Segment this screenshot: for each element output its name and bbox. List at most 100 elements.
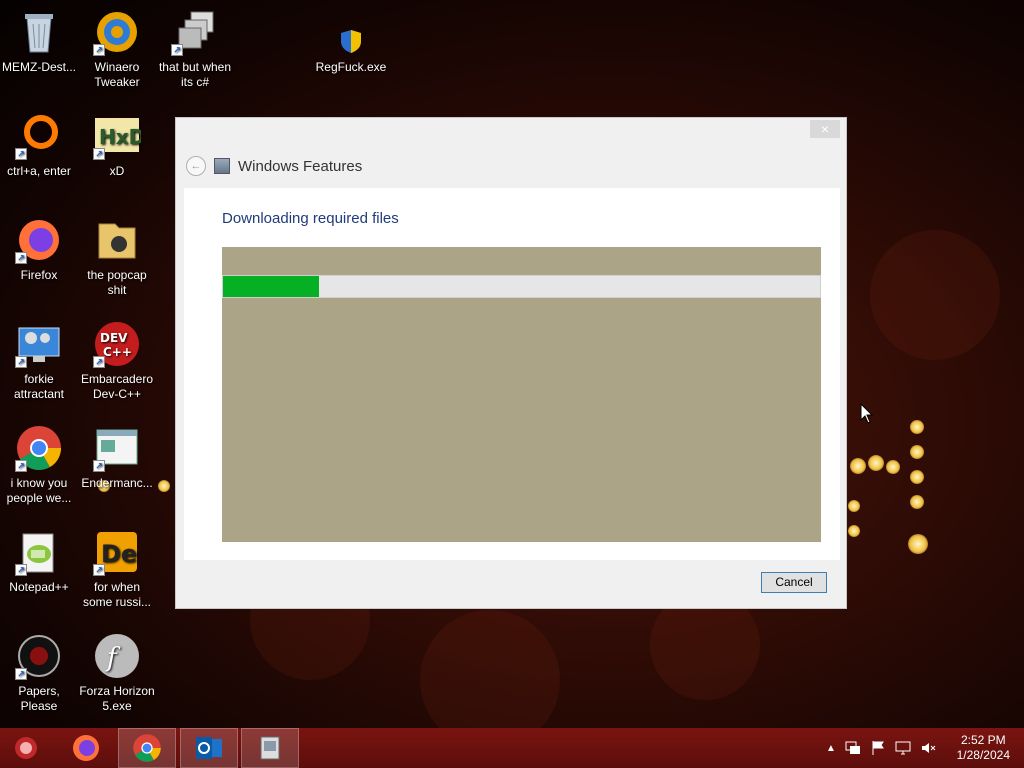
windows-stack-icon: ↗ [171, 8, 219, 56]
desktop-icon-label: for when some russi... [82, 580, 151, 609]
desktop-icon-russian[interactable]: De ↗ for when some russi... [78, 528, 156, 610]
recycle-bin-icon [15, 8, 63, 56]
wallpaper-light [848, 500, 860, 512]
desktop-icon-label: forkie attractant [13, 372, 65, 401]
flag-icon[interactable] [870, 740, 886, 756]
shortcut-arrow-icon: ↗ [15, 148, 27, 160]
start-orb-icon [15, 737, 37, 759]
taskbar-firefox[interactable] [57, 728, 115, 768]
dialog-title-bar: ← Windows Features [186, 156, 362, 176]
desktop-icon-papers-please[interactable]: ↗ Papers, Please [0, 632, 78, 714]
windows-features-icon [214, 158, 230, 174]
wallpaper-light [886, 460, 900, 474]
desktop-icon-popcap[interactable]: the popcap shit [78, 216, 156, 298]
desktop-icon-label: Winaero Tweaker [94, 60, 140, 89]
clock-date: 1/28/2024 [956, 748, 1010, 762]
flash-icon: f [93, 632, 141, 680]
hxd-icon: HxD ↗ [93, 112, 145, 160]
volume-muted-icon[interactable] [920, 740, 936, 756]
shortcut-arrow-icon: ↗ [15, 252, 27, 264]
shortcut-arrow-icon: ↗ [15, 356, 27, 368]
desktop-icon-ctrl-a-enter[interactable]: ↗ ctrl+a, enter [0, 112, 78, 179]
clock-time: 2:52 PM [960, 733, 1006, 747]
network-icon[interactable] [845, 740, 861, 756]
taskbar-windows-features[interactable] [241, 728, 299, 768]
back-button[interactable]: ← [186, 156, 206, 176]
svg-text:DEV: DEV [100, 331, 128, 345]
svg-text:De: De [101, 540, 137, 568]
wallpaper-light [910, 420, 924, 434]
taskbar-outlook[interactable] [180, 728, 238, 768]
firefox-icon: ↗ [15, 216, 63, 264]
tray-chevron-icon[interactable]: ▲ [826, 743, 836, 754]
desktop-icon-label: RegFuck.exe [315, 60, 387, 74]
desktop-icon-label: i know you people we... [6, 476, 72, 505]
shortcut-arrow-icon: ↗ [93, 148, 105, 160]
desktop-icon-forza[interactable]: f Forza Horizon 5.exe [78, 632, 156, 714]
desktop-icon-chrome[interactable]: ↗ i know you people we... [0, 424, 78, 506]
desktop-icon-forkie[interactable]: ↗ forkie attractant [0, 320, 78, 402]
start-button[interactable] [0, 728, 52, 768]
shortcut-arrow-icon: ↗ [15, 564, 27, 576]
system-tray: ▲ [826, 728, 936, 768]
desktop-icon-notepad-plus-plus[interactable]: ↗ Notepad++ [0, 528, 78, 595]
close-icon: × [820, 121, 830, 137]
outlook-icon [196, 737, 222, 759]
shortcut-arrow-icon: ↗ [93, 44, 105, 56]
wallpaper-light [848, 525, 860, 537]
desktop-icon-winaero[interactable]: ↗ Winaero Tweaker [78, 8, 156, 90]
desktop-icon-label: MEMZ-Dest... [2, 60, 76, 74]
chrome-icon: ↗ [15, 424, 63, 472]
desktop-icon-memz[interactable]: MEMZ-Dest... [0, 8, 78, 75]
desktop-icon-label: Forza Horizon 5.exe [79, 684, 155, 713]
desktop-icon-label: ctrl+a, enter [7, 164, 71, 178]
close-button[interactable]: × [810, 120, 840, 138]
desktop-icon-label: Firefox [20, 268, 58, 282]
uac-shield-icon [327, 8, 375, 56]
svg-text:HxD: HxD [99, 125, 141, 149]
orange-ring-icon: ↗ [15, 112, 63, 160]
chrome-icon [133, 734, 161, 762]
wallpaper-light [910, 445, 924, 459]
back-arrow-icon: ← [190, 160, 202, 172]
cancel-button[interactable]: Cancel [761, 572, 827, 593]
papers-please-icon: ↗ [15, 632, 63, 680]
taskbar-clock[interactable]: 2:52 PM 1/28/2024 [957, 733, 1010, 763]
wallpaper-light [908, 534, 928, 554]
dialog-content: Downloading required files [184, 188, 840, 560]
desktop-icon-firefox[interactable]: ↗ Firefox [0, 216, 78, 283]
shortcut-arrow-icon: ↗ [15, 668, 27, 680]
desktop-icon-xd[interactable]: HxD ↗ xD [78, 112, 156, 179]
desktop-icon-endermanch[interactable]: ↗ Endermanc... [78, 424, 156, 491]
svg-text:C++: C++ [103, 345, 132, 359]
wallpaper-light [910, 495, 924, 509]
desktop-icon-regfuck[interactable]: RegFuck.exe [312, 8, 390, 75]
wallpaper-light [850, 458, 866, 474]
desktop-icon-csharp[interactable]: ↗ that but when its c# [156, 8, 234, 90]
shortcut-arrow-icon: ↗ [93, 460, 105, 472]
dev-cpp-icon: DEV C++ ↗ [93, 320, 141, 368]
window-app-icon: ↗ [93, 424, 141, 472]
desktop-icon-label: that but when its c# [158, 60, 232, 89]
notepad-plus-plus-icon: ↗ [15, 528, 63, 576]
dialog-title: Windows Features [238, 157, 363, 175]
desktop-icon-label: the popcap shit [87, 268, 147, 297]
shortcut-arrow-icon: ↗ [15, 460, 27, 472]
wallpaper-bokeh [870, 230, 1000, 360]
firefox-icon [73, 735, 99, 761]
status-heading: Downloading required files [222, 210, 399, 227]
mouse-cursor-icon [860, 402, 874, 430]
wallpaper-light [910, 470, 924, 484]
windows-features-dialog: × ← Windows Features Downloading require… [175, 117, 847, 609]
computer-gear-icon: ↗ [15, 320, 63, 368]
desktop-icon-dev-cpp[interactable]: DEV C++ ↗ Embarcadero Dev-C++ [78, 320, 156, 402]
shortcut-arrow-icon: ↗ [93, 356, 105, 368]
desktop-icon-label: Notepad++ [9, 580, 69, 594]
progress-panel [222, 247, 821, 542]
shortcut-arrow-icon: ↗ [171, 44, 183, 56]
winaero-tweaker-icon: ↗ [93, 8, 141, 56]
display-icon[interactable] [895, 740, 911, 756]
wallpaper-light [158, 480, 170, 492]
taskbar-chrome[interactable] [118, 728, 176, 768]
de-icon: De ↗ [93, 528, 141, 576]
